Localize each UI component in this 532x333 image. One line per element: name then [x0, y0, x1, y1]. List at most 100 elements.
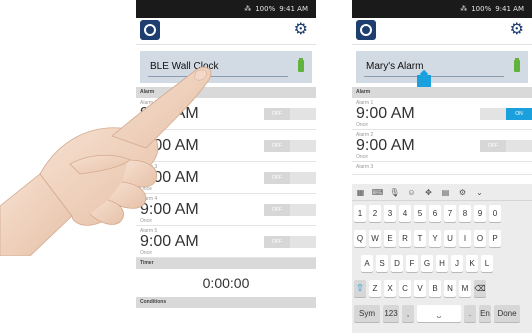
- keyboard-tool-icon[interactable]: ▦: [352, 188, 369, 197]
- battery-icon: [514, 58, 520, 72]
- soft-keyboard: ▦ ⌨ 🎙 ☺ ✥ ▤ ⚙ ⌄ 1234567890 QWERTYUIOP ASDFGHJKL…: [352, 184, 532, 333]
- phone-screen-after: ⁂ 100% 9:41 AM ⚙ Alarm Alarm 19:00 AMOnc…: [352, 0, 532, 333]
- key-y[interactable]: Y: [429, 230, 441, 247]
- key-m[interactable]: M: [459, 280, 471, 297]
- alarm-row[interactable]: Alarm 29:00 AMOnceOFF: [352, 130, 532, 162]
- keyboard-row-z: ⇧ ZXCVBNM ⌫: [352, 280, 532, 301]
- alarm-time: 9:00 AM: [356, 137, 415, 154]
- battery-percent: 100%: [471, 5, 492, 13]
- key-1[interactable]: 1: [354, 205, 366, 222]
- alarm-section-header: Alarm: [352, 87, 532, 98]
- key-d[interactable]: D: [391, 255, 403, 272]
- alarm-list: Alarm 1 9:00 AM Once ON Alarm 2 9:00 AM Once OF…: [352, 98, 532, 175]
- language-key[interactable]: En: [479, 305, 491, 322]
- conditions-section-header: Conditions: [136, 297, 316, 308]
- signal-icon: ⁂: [244, 5, 252, 13]
- keyboard-toolbar: ▦ ⌨ 🎙 ☺ ✥ ▤ ⚙ ⌄: [352, 184, 532, 201]
- key-2[interactable]: 2: [369, 205, 381, 222]
- key-e[interactable]: E: [384, 230, 396, 247]
- space-key[interactable]: ⎵: [417, 305, 461, 322]
- key-9[interactable]: 9: [474, 205, 486, 222]
- key-n[interactable]: N: [444, 280, 456, 297]
- comma-key[interactable]: ,: [402, 305, 414, 322]
- timer-value[interactable]: 0:00:00: [136, 269, 316, 297]
- numbers-key[interactable]: 123: [383, 305, 399, 322]
- keyboard-number-row: 1234567890: [352, 205, 532, 226]
- alarm-toggle[interactable]: OFF: [264, 140, 316, 152]
- keyboard-tool-icon[interactable]: ✥: [420, 188, 437, 197]
- alarm-toggle-state: OFF: [264, 108, 290, 120]
- sym-key[interactable]: Sym: [354, 305, 380, 322]
- alarm-toggle-state: OFF: [264, 236, 290, 248]
- alarm-label: Alarm 3: [356, 164, 374, 170]
- key-o[interactable]: O: [474, 230, 486, 247]
- app-bar: ⚙: [352, 18, 532, 45]
- gear-icon[interactable]: ⚙: [510, 22, 524, 38]
- status-bar: ⁂ 100% 9:41 AM: [136, 0, 316, 18]
- key-h[interactable]: H: [436, 255, 448, 272]
- key-u[interactable]: U: [444, 230, 456, 247]
- alarm-toggle-state: OFF: [264, 204, 290, 216]
- alarm-time: 9:00 AM: [356, 105, 415, 122]
- key-j[interactable]: J: [451, 255, 463, 272]
- status-time: 9:41 AM: [279, 5, 308, 13]
- key-a[interactable]: A: [361, 255, 373, 272]
- keyboard-tool-icon[interactable]: ⌄: [471, 188, 488, 197]
- key-3[interactable]: 3: [384, 205, 396, 222]
- backspace-key[interactable]: ⌫: [474, 280, 486, 297]
- device-name-input[interactable]: [364, 57, 504, 77]
- key-t[interactable]: T: [414, 230, 426, 247]
- app-clock-icon[interactable]: [356, 20, 376, 40]
- key-z[interactable]: Z: [369, 280, 381, 297]
- device-name-panel: [356, 51, 528, 83]
- keyboard-tool-icon[interactable]: ⌨: [369, 188, 386, 197]
- alarm-repeat: Once: [356, 122, 368, 128]
- key-5[interactable]: 5: [414, 205, 426, 222]
- key-k[interactable]: K: [466, 255, 478, 272]
- key-i[interactable]: I: [459, 230, 471, 247]
- key-f[interactable]: F: [406, 255, 418, 272]
- key-l[interactable]: L: [481, 255, 493, 272]
- key-r[interactable]: R: [399, 230, 411, 247]
- key-w[interactable]: W: [369, 230, 381, 247]
- alarm-toggle[interactable]: OFF: [264, 108, 316, 120]
- key-0[interactable]: 0: [489, 205, 501, 222]
- gear-icon[interactable]: ⚙: [294, 22, 308, 38]
- alarm-toggle[interactable]: OFF: [480, 140, 532, 152]
- alarm-row[interactable]: Alarm 3: [352, 162, 532, 175]
- keyboard-row-a: ASDFGHJKL: [352, 255, 532, 276]
- key-p[interactable]: P: [489, 230, 501, 247]
- battery-icon: [298, 58, 304, 72]
- shift-key[interactable]: ⇧: [354, 280, 366, 297]
- key-g[interactable]: G: [421, 255, 433, 272]
- alarm-toggle-state: OFF: [264, 140, 290, 152]
- done-key[interactable]: Done: [494, 305, 520, 322]
- key-6[interactable]: 6: [429, 205, 441, 222]
- text-cursor-handle[interactable]: [417, 69, 431, 87]
- key-x[interactable]: X: [384, 280, 396, 297]
- key-4[interactable]: 4: [399, 205, 411, 222]
- alarm-toggle-state: OFF: [480, 140, 506, 152]
- keyboard-tool-icon[interactable]: ⚙: [454, 188, 471, 197]
- key-8[interactable]: 8: [459, 205, 471, 222]
- keyboard-tool-icon[interactable]: ☺: [403, 188, 420, 197]
- app-clock-icon[interactable]: [140, 20, 160, 40]
- alarm-toggle[interactable]: ON: [480, 108, 532, 120]
- app-bar: ⚙: [136, 18, 316, 45]
- signal-icon: ⁂: [460, 5, 468, 13]
- period-key[interactable]: .: [464, 305, 476, 322]
- alarm-toggle[interactable]: OFF: [264, 204, 316, 216]
- key-c[interactable]: C: [399, 280, 411, 297]
- key-7[interactable]: 7: [444, 205, 456, 222]
- keyboard-tool-icon[interactable]: ▤: [437, 188, 454, 197]
- key-b[interactable]: B: [429, 280, 441, 297]
- pointing-hand-illustration: [0, 66, 212, 256]
- key-v[interactable]: V: [414, 280, 426, 297]
- keyboard-row-q: QWERTYUIOP: [352, 230, 532, 251]
- key-s[interactable]: S: [376, 255, 388, 272]
- alarm-toggle[interactable]: OFF: [264, 236, 316, 248]
- keyboard-tool-icon[interactable]: 🎙: [386, 188, 403, 197]
- alarm-toggle[interactable]: OFF: [264, 172, 316, 184]
- key-q[interactable]: Q: [354, 230, 366, 247]
- alarm-row[interactable]: Alarm 1 9:00 AM Once ON: [352, 98, 532, 130]
